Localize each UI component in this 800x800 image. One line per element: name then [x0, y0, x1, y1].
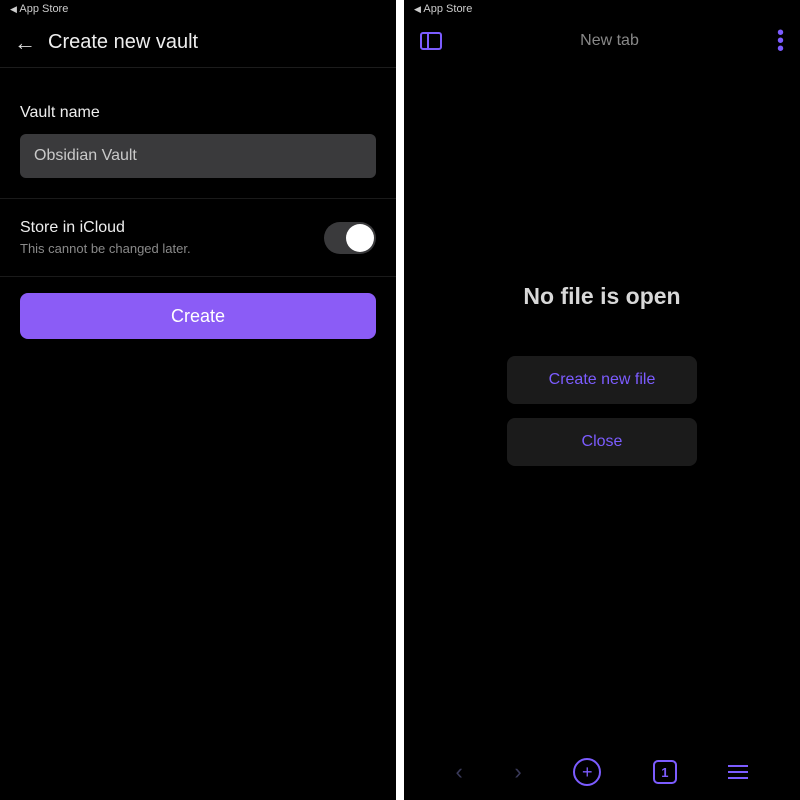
toggle-knob-icon — [346, 224, 374, 252]
vault-name-label: Vault name — [20, 104, 376, 122]
new-note-button[interactable]: + — [573, 758, 601, 786]
screen-new-tab: App Store New tab ••• No file is open Cr… — [404, 0, 800, 800]
nav-forward-icon[interactable]: › — [514, 759, 521, 785]
status-bar: App Store — [404, 0, 800, 18]
icloud-section: Store in iCloud This cannot be changed l… — [0, 199, 396, 277]
menu-button[interactable] — [728, 765, 748, 779]
empty-state: No file is open Create new file Close — [404, 64, 800, 744]
status-bar: App Store — [0, 0, 396, 18]
create-new-file-button[interactable]: Create new file — [507, 356, 697, 404]
vault-name-input[interactable] — [20, 134, 376, 178]
nav-back-icon[interactable]: ‹ — [456, 759, 463, 785]
page-title: Create new vault — [48, 31, 198, 54]
tab-count-icon: 1 — [653, 760, 677, 784]
back-to-app[interactable]: App Store — [10, 3, 68, 15]
sidebar-toggle-icon[interactable] — [420, 32, 442, 50]
create-button[interactable]: Create — [20, 293, 376, 339]
more-menu-icon[interactable]: ••• — [777, 29, 784, 53]
vault-name-section: Vault name — [0, 68, 396, 199]
tab-title: New tab — [580, 32, 639, 50]
empty-message: No file is open — [523, 283, 680, 310]
close-button[interactable]: Close — [507, 418, 697, 466]
header: ← Create new vault — [0, 18, 396, 68]
top-bar: New tab ••• — [404, 18, 800, 64]
plus-circle-icon: + — [573, 758, 601, 786]
hamburger-icon — [728, 765, 748, 779]
back-arrow-icon[interactable]: ← — [14, 30, 36, 56]
icloud-toggle[interactable] — [324, 222, 376, 254]
bottom-bar: ‹ › + 1 — [404, 744, 800, 800]
back-to-app[interactable]: App Store — [414, 3, 472, 15]
tab-switcher-button[interactable]: 1 — [653, 760, 677, 784]
icloud-subtitle: This cannot be changed later. — [20, 241, 191, 256]
icloud-title: Store in iCloud — [20, 219, 191, 237]
screen-create-vault: App Store ← Create new vault Vault name … — [0, 0, 396, 800]
